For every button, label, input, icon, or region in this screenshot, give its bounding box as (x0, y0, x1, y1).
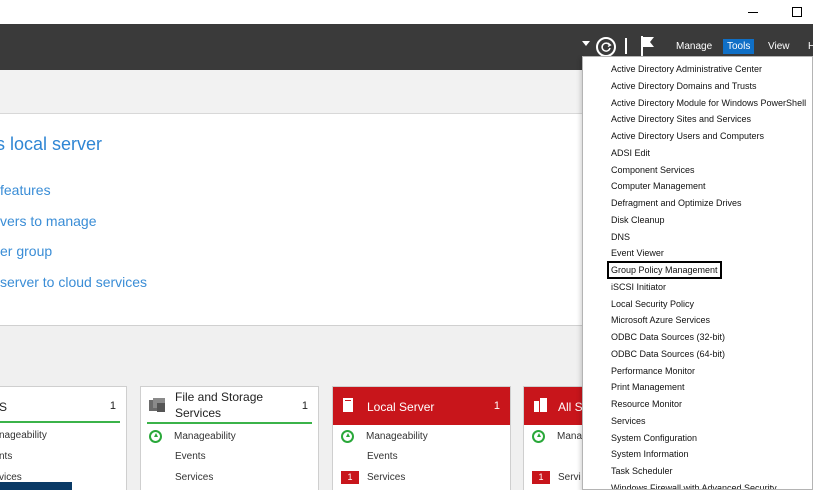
menu-item-active-directory-sites-and-services[interactable]: Active Directory Sites and Services (611, 112, 751, 126)
menu-item-system-configuration[interactable]: System Configuration (611, 431, 697, 445)
notifications-flag-icon[interactable] (640, 35, 656, 57)
create-server-group-link[interactable]: er group (0, 243, 52, 259)
maximize-button[interactable] (775, 0, 813, 24)
toolbar-separator (625, 38, 627, 54)
tile-title: All S (558, 400, 583, 414)
menu-item-iscsi-initiator[interactable]: iSCSI Initiator (611, 280, 666, 294)
menu-item-resource-monitor[interactable]: Resource Monitor (611, 397, 682, 411)
refresh-button[interactable] (596, 37, 616, 57)
roles-groups-area: S 1 nageability nts vices File and Stora… (0, 326, 613, 490)
menu-item-odbc-data-sources-64-bit[interactable]: ODBC Data Sources (64-bit) (611, 347, 725, 361)
welcome-panel: s local server features vers to manage e… (0, 114, 582, 326)
menu-help[interactable]: H (804, 39, 813, 54)
connect-cloud-services-link[interactable]: server to cloud services (0, 274, 147, 290)
menu-item-computer-management[interactable]: Computer Management (611, 179, 706, 193)
menu-item-active-directory-domains-and-trusts[interactable]: Active Directory Domains and Trusts (611, 79, 757, 93)
row-label: Servi (558, 472, 581, 484)
menu-item-services[interactable]: Services (611, 414, 646, 428)
menu-item-local-security-policy[interactable]: Local Security Policy (611, 297, 694, 311)
tile-header: Local Server 1 (333, 387, 510, 425)
tile-row-services[interactable]: 1 Services (341, 471, 405, 484)
tile-header: File and Storage Services 1 (141, 387, 318, 425)
tile-count: 1 (493, 400, 500, 412)
menu-item-adsi-edit[interactable]: ADSI Edit (611, 146, 650, 160)
status-ok-icon (149, 430, 162, 443)
minimize-icon (748, 11, 758, 13)
dropdown-arrow-icon[interactable] (582, 41, 590, 46)
status-ok-icon (532, 430, 545, 443)
tile-count: 1 (109, 400, 116, 412)
add-roles-features-link[interactable]: features (0, 182, 51, 198)
alert-count-badge: 1 (532, 471, 550, 484)
status-ok-icon (341, 430, 354, 443)
tile-row-events[interactable]: nts (0, 451, 12, 462)
tile-title: Local Server (367, 400, 435, 414)
menu-item-task-scheduler[interactable]: Task Scheduler (611, 464, 673, 478)
servers-icon (534, 398, 547, 412)
taskbar-strip (0, 482, 72, 490)
menu-item-odbc-data-sources-32-bit[interactable]: ODBC Data Sources (32-bit) (611, 330, 725, 344)
role-tile-ad-ds[interactable]: S 1 nageability nts vices (0, 386, 127, 490)
menu-item-active-directory-module-for-windows-powershell[interactable]: Active Directory Module for Windows Powe… (611, 96, 806, 110)
minimize-button[interactable] (731, 0, 775, 24)
tile-count: 1 (301, 400, 308, 412)
status-ok-bar (0, 421, 120, 423)
tile-row-manageability[interactable]: Manageability (149, 430, 236, 443)
tile-title-line1: File and Storage (175, 390, 264, 404)
tile-row-manageability[interactable]: Mana (532, 430, 582, 443)
menu-item-print-management[interactable]: Print Management (611, 380, 685, 394)
tile-row-manageability[interactable]: Manageability (341, 430, 428, 443)
menu-item-event-viewer[interactable]: Event Viewer (611, 246, 664, 260)
tile-title: S (0, 400, 8, 414)
menu-view[interactable]: View (764, 39, 794, 54)
window-titlebar (0, 0, 813, 24)
menu-item-active-directory-users-and-computers[interactable]: Active Directory Users and Computers (611, 129, 764, 143)
add-servers-link[interactable]: vers to manage (0, 213, 97, 229)
menu-item-active-directory-administrative-center[interactable]: Active Directory Administrative Center (611, 62, 762, 76)
tile-row-services[interactable]: 1 Servi (532, 471, 581, 484)
row-label: Mana (557, 431, 583, 443)
menu-tools[interactable]: Tools (723, 39, 755, 54)
tile-row-manageability[interactable]: nageability (0, 430, 47, 441)
menu-item-disk-cleanup[interactable]: Disk Cleanup (611, 213, 665, 227)
server-icon (343, 398, 353, 412)
role-tile-local-server[interactable]: Local Server 1 Manageability Events 1 Ser… (332, 386, 511, 490)
tile-title-line2: Services (175, 406, 222, 420)
configure-local-server-link[interactable]: s local server (0, 134, 102, 155)
menu-item-defragment-and-optimize-drives[interactable]: Defragment and Optimize Drives (611, 196, 742, 210)
refresh-icon (601, 42, 612, 52)
alert-count-badge: 1 (341, 471, 359, 484)
menu-item-group-policy-management[interactable]: Group Policy Management (607, 261, 722, 279)
menu-item-dns[interactable]: DNS (611, 230, 630, 244)
tile-header: S 1 (0, 387, 126, 425)
status-ok-bar (147, 422, 312, 424)
file-storage-icon (149, 398, 165, 412)
menu-item-system-information[interactable]: System Information (611, 447, 689, 461)
menu-manage[interactable]: Manage (672, 39, 716, 54)
row-label: Manageability (366, 431, 428, 443)
menu-item-component-services[interactable]: Component Services (611, 163, 695, 177)
menu-item-windows-firewall-with-advanced-security[interactable]: Windows Firewall with Advanced Security (611, 481, 777, 489)
maximize-icon (792, 7, 802, 17)
menu-item-performance-monitor[interactable]: Performance Monitor (611, 364, 695, 378)
tile-row-events[interactable]: Events (175, 451, 206, 462)
row-label: Services (367, 472, 406, 484)
role-tile-file-storage[interactable]: File and Storage Services 1 Manageabilit… (140, 386, 319, 490)
tile-row-events[interactable]: Events (367, 451, 398, 462)
tile-row-services[interactable]: Services (175, 472, 213, 483)
row-label: Manageability (174, 431, 236, 443)
tools-dropdown-menu: Active Directory Administrative Center Ac… (582, 56, 813, 490)
menu-item-microsoft-azure-services[interactable]: Microsoft Azure Services (611, 313, 710, 327)
